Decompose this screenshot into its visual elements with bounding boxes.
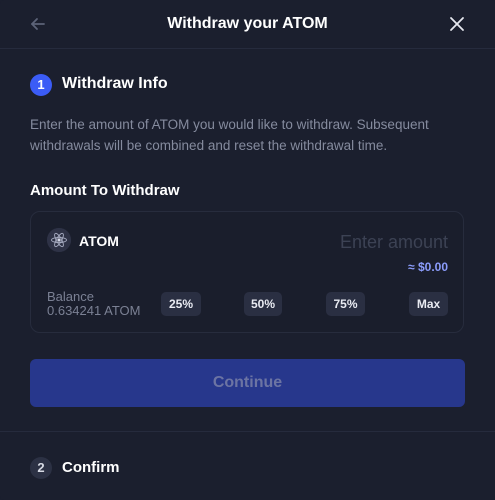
step-2-badge: 2 <box>30 457 52 479</box>
balance-label: Balance <box>47 289 94 304</box>
cosmos-atom-icon <box>47 228 71 252</box>
step-1-badge: 1 <box>30 74 52 96</box>
preset-max-button[interactable]: Max <box>409 292 448 316</box>
amount-to-withdraw-label: Amount To Withdraw <box>30 182 180 199</box>
modal-title: Withdraw your ATOM <box>167 15 328 32</box>
preset-25-button[interactable]: 25% <box>161 292 201 316</box>
preset-75-button[interactable]: 75% <box>326 292 365 316</box>
step-2-label: Confirm <box>62 459 120 476</box>
modal-header: Withdraw your ATOM <box>0 0 495 49</box>
usd-value: ≈ $0.00 <box>408 260 448 274</box>
amount-card: ATOM ≈ $0.00 Balance 0.634241 ATOM 25% 5… <box>30 211 464 333</box>
withdraw-modal: Withdraw your ATOM 1 Withdraw Info Enter… <box>0 0 495 500</box>
amount-input[interactable] <box>248 230 448 254</box>
balance-value: 0.634241 ATOM <box>47 303 141 318</box>
continue-button[interactable]: Continue <box>30 359 465 407</box>
close-icon[interactable] <box>447 14 467 34</box>
divider <box>0 431 495 432</box>
token-name: ATOM <box>79 233 119 249</box>
step-1-label: Withdraw Info <box>62 75 168 92</box>
preset-50-button[interactable]: 50% <box>244 292 282 316</box>
withdraw-description: Enter the amount of ATOM you would like … <box>30 117 429 153</box>
